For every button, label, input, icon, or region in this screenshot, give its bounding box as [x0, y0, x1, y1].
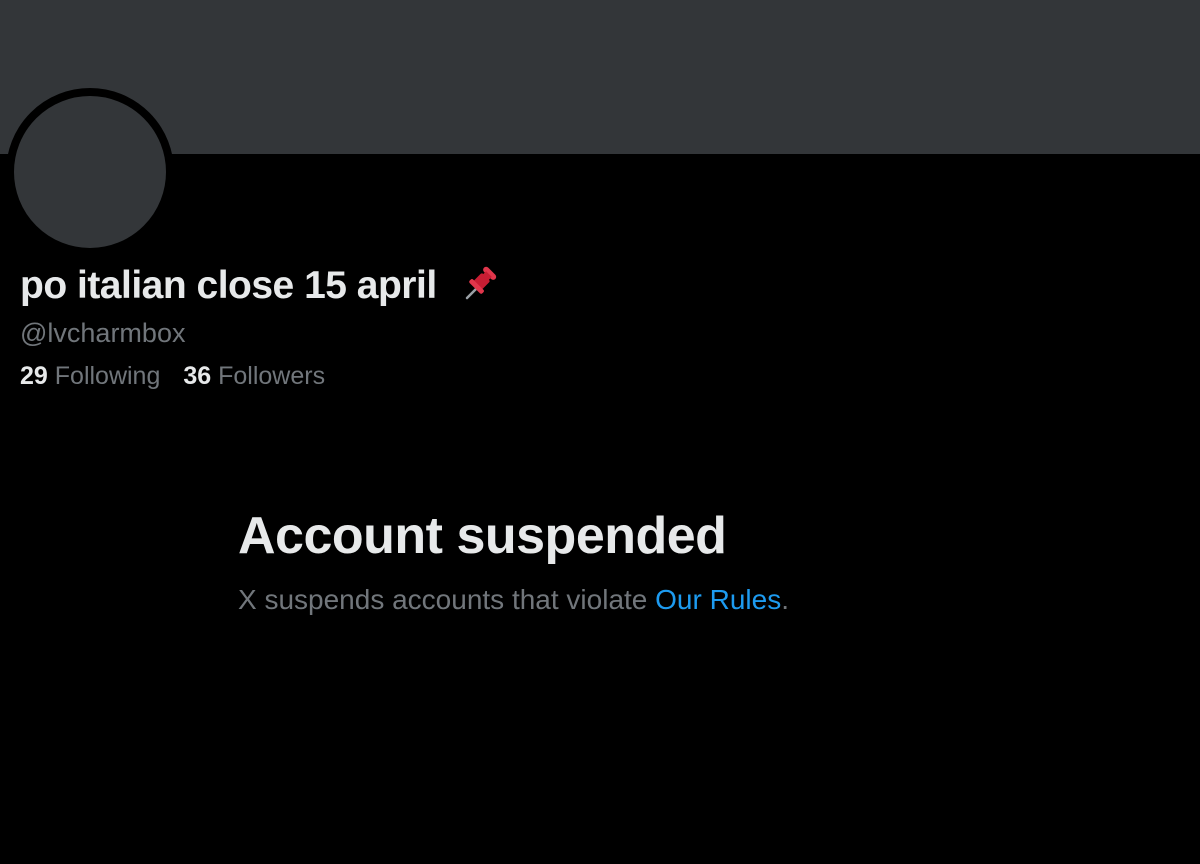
- our-rules-link[interactable]: Our Rules: [655, 584, 781, 615]
- followers-count: 36: [183, 362, 212, 390]
- suspension-message-text: X suspends accounts that violate: [238, 584, 656, 615]
- profile-banner: [0, 0, 1200, 154]
- following-stat[interactable]: 29 Following: [20, 362, 160, 391]
- suspension-notice: Account suspended X suspends accounts th…: [238, 506, 1138, 616]
- pushpin-icon: [459, 262, 501, 304]
- display-name-text: po italian close 15 april: [20, 264, 437, 307]
- suspension-message: X suspends accounts that violate Our Rul…: [238, 584, 1138, 616]
- following-count: 29: [20, 362, 48, 390]
- suspension-title: Account suspended: [238, 507, 727, 565]
- following-label: Following: [54, 362, 161, 390]
- suspension-message-period: .: [781, 584, 789, 615]
- avatar[interactable]: [6, 88, 174, 256]
- profile-handle: @lvcharmbox: [20, 318, 186, 348]
- followers-label: Followers: [218, 362, 326, 390]
- display-name: po italian close 15 april: [20, 262, 501, 308]
- profile-stats: 29 Following 36 Followers: [20, 362, 341, 391]
- profile-page: po italian close 15 april @lvcharmbox 29…: [0, 0, 1200, 864]
- followers-stat[interactable]: 36 Followers: [183, 362, 325, 391]
